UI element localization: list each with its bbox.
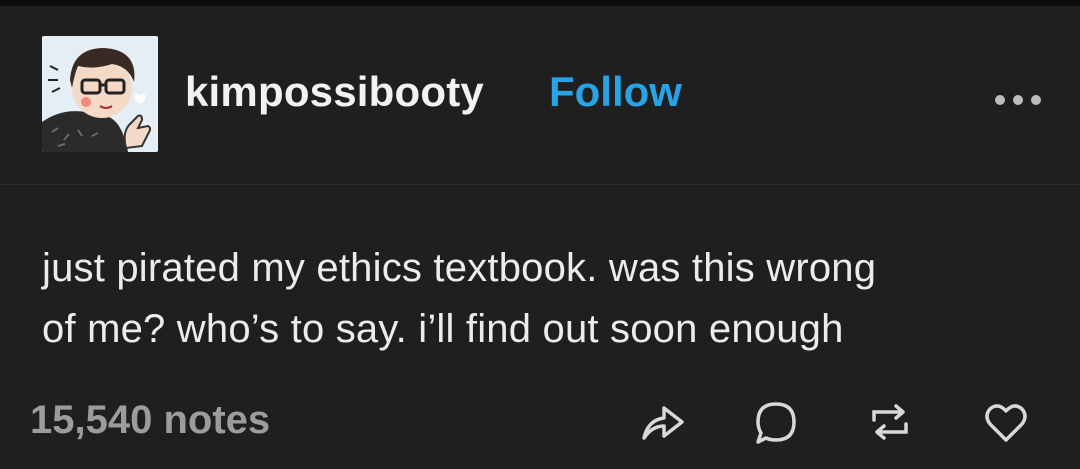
share-icon[interactable]: [638, 398, 686, 446]
notes-count[interactable]: 15,540 notes: [30, 398, 270, 443]
post-body-line: of me? who’s to say. i’ll find out soon …: [42, 307, 844, 351]
post-header: kimpossibooty Follow: [0, 6, 1080, 185]
reply-icon[interactable]: [752, 398, 800, 446]
avatar[interactable]: [42, 36, 158, 152]
post-body: just pirated my ethics textbook. was thi…: [42, 238, 1042, 360]
reblog-icon[interactable]: [866, 398, 914, 446]
username[interactable]: kimpossibooty: [185, 68, 484, 116]
like-icon[interactable]: [982, 398, 1030, 446]
follow-button[interactable]: Follow: [549, 68, 682, 116]
ellipsis-icon[interactable]: [990, 86, 1046, 114]
post-body-line: just pirated my ethics textbook. was thi…: [42, 246, 877, 290]
tumblr-post: kimpossibooty Follow just pirated my eth…: [0, 6, 1080, 469]
avatar-illustration: [42, 36, 158, 152]
